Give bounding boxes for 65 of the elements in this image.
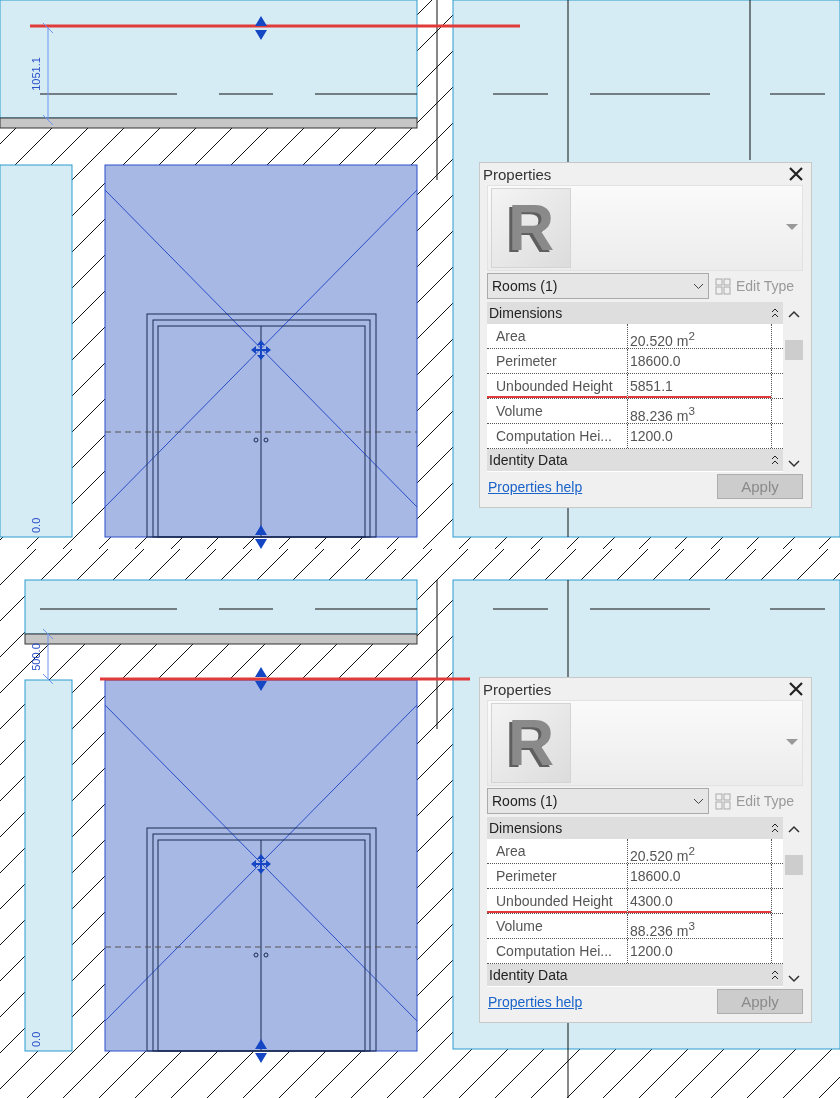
logo-letter: R: [507, 191, 555, 265]
property-label: Area: [487, 839, 628, 863]
section-title: Dimensions: [489, 305, 563, 321]
dimension-label[interactable]: 0.0: [30, 517, 42, 533]
property-value[interactable]: 1200.0: [628, 939, 772, 963]
collapse-icon[interactable]: [771, 455, 779, 465]
section-header[interactable]: Identity Data: [487, 964, 783, 986]
chevron-down-icon[interactable]: [693, 797, 704, 805]
section-title: Identity Data: [489, 967, 568, 983]
property-label: Perimeter: [487, 349, 628, 373]
dimension-label[interactable]: 500.0: [30, 643, 42, 671]
properties-help-link[interactable]: Properties help: [488, 993, 583, 1010]
scroll-thumb[interactable]: [785, 340, 803, 360]
scroll-up-icon[interactable]: [788, 310, 800, 318]
chevron-down-icon[interactable]: [693, 282, 704, 290]
property-label: Volume: [487, 914, 628, 938]
type-selector[interactable]: Rooms (1): [487, 273, 709, 299]
property-value[interactable]: 1200.0: [628, 424, 772, 448]
close-icon[interactable]: [789, 167, 803, 181]
property-value[interactable]: 88.236 m$^{3}$: [628, 914, 772, 938]
property-value[interactable]: 18600.0: [628, 864, 772, 888]
edit-type-icon: [715, 277, 732, 295]
property-value[interactable]: 20.520 m$^{2}$: [628, 839, 772, 863]
property-label: Computation Hei...: [487, 424, 628, 448]
property-value[interactable]: 4300.0: [628, 889, 772, 913]
shape-handle-icon[interactable]: [255, 16, 267, 40]
palette-title: Properties: [483, 680, 552, 698]
property-value[interactable]: 88.236 m$^{3}$: [628, 399, 772, 423]
edit-type-icon: [715, 792, 732, 810]
collapse-icon[interactable]: [771, 970, 779, 980]
dropdown-arrow-icon[interactable]: [786, 224, 798, 232]
dimension-label[interactable]: 0.0: [30, 1031, 42, 1047]
close-icon[interactable]: [789, 682, 803, 696]
shape-handle-icon[interactable]: [255, 525, 267, 549]
property-value[interactable]: 20.520 m$^{2}$: [628, 324, 772, 348]
section-header[interactable]: Identity Data: [487, 449, 783, 471]
shape-handle-icon[interactable]: [255, 667, 267, 691]
property-label: Perimeter: [487, 864, 628, 888]
scroll-down-icon[interactable]: [788, 975, 800, 983]
move-handle-icon[interactable]: [251, 854, 271, 874]
property-label: Unbounded Height: [487, 374, 628, 398]
properties-help-link[interactable]: Properties help: [488, 478, 583, 495]
property-label: Volume: [487, 399, 628, 423]
section-title: Dimensions: [489, 820, 563, 836]
scroll-down-icon[interactable]: [788, 460, 800, 468]
scroll-thumb[interactable]: [785, 855, 803, 875]
dropdown-arrow-icon[interactable]: [786, 739, 798, 747]
type-selector[interactable]: Rooms (1): [487, 788, 709, 814]
section-header[interactable]: Dimensions: [487, 302, 783, 324]
property-value[interactable]: 5851.1: [628, 374, 772, 398]
collapse-icon[interactable]: [771, 823, 779, 833]
property-label: Area: [487, 324, 628, 348]
logo-letter: R: [507, 706, 555, 780]
section-header[interactable]: Dimensions: [487, 817, 783, 839]
shape-handle-icon[interactable]: [255, 1039, 267, 1063]
palette-title: Properties: [483, 165, 552, 183]
collapse-icon[interactable]: [771, 308, 779, 318]
move-handle-icon[interactable]: [251, 340, 271, 360]
property-label: Unbounded Height: [487, 889, 628, 913]
scroll-up-icon[interactable]: [788, 825, 800, 833]
dimension-label[interactable]: 1051.1: [30, 57, 42, 91]
property-label: Computation Hei...: [487, 939, 628, 963]
section-title: Identity Data: [489, 452, 568, 468]
property-value[interactable]: 18600.0: [628, 349, 772, 373]
dimension-line: [42, 628, 54, 685]
